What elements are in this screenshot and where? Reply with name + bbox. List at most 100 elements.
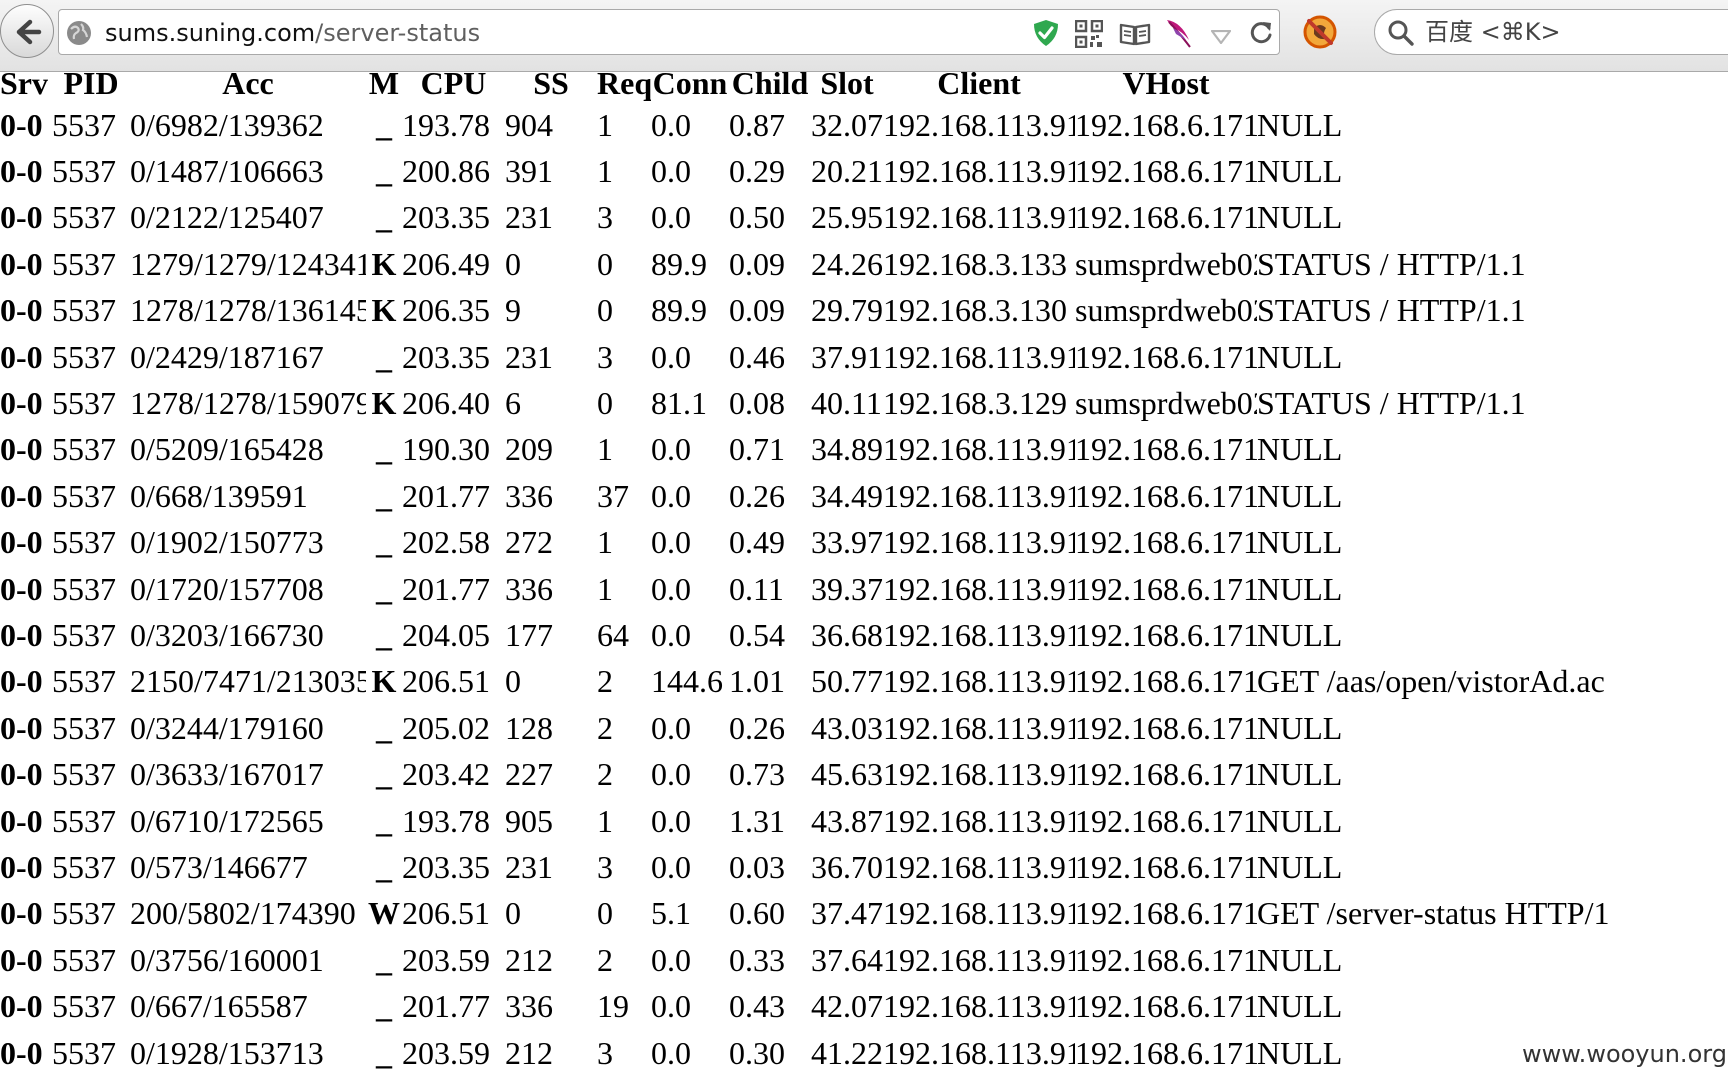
url-text: sums.suning.com/server-status — [105, 19, 480, 47]
cell-req: 1 — [597, 802, 613, 839]
cell-vhost: 192.168.6.171 — [1075, 988, 1257, 1025]
cell-req: 1 — [597, 570, 613, 607]
search-box[interactable]: 百度 <⌘K> — [1374, 9, 1728, 55]
cell-client: 192.168.113.91 — [883, 524, 1075, 561]
cell-conn: 0.0 — [651, 941, 691, 978]
cell-req: 1 — [597, 106, 613, 143]
cell-conn: 0.0 — [651, 153, 691, 190]
cell-mode: K — [371, 663, 397, 700]
cell-pid: 5537 — [52, 570, 116, 607]
cell-pid: 5537 — [52, 106, 116, 143]
table-row: 0-0 5537 0/1902/150773 _ 202.58 272 1 0.0 0.49 33… — [0, 520, 1728, 566]
cell-mode: _ — [376, 941, 392, 978]
cell-conn: 81.1 — [651, 385, 707, 422]
cell-req: 2 — [597, 709, 613, 746]
cell-conn: 0.0 — [651, 802, 691, 839]
cell-acc: 200/5802/174390 — [130, 895, 356, 932]
cell-request: STATUS / HTTP/1.1 — [1257, 385, 1526, 422]
cell-acc: 1279/1279/124341 — [130, 245, 366, 282]
cell-req: 37 — [597, 477, 629, 514]
cell-cpu: 206.40 — [402, 385, 490, 422]
cell-request: NULL — [1257, 802, 1343, 839]
cell-vhost: 192.168.6.171 — [1075, 477, 1257, 514]
header-child: Child — [731, 64, 809, 101]
addon-icon[interactable] — [1302, 14, 1338, 50]
cell-pid: 5537 — [52, 477, 116, 514]
cell-client: 192.168.3.133 — [883, 245, 1067, 282]
cell-srv: 0-0 — [0, 848, 43, 885]
cell-srv: 0-0 — [0, 338, 43, 375]
cell-cpu: 206.51 — [402, 663, 490, 700]
cell-ss: 128 — [505, 709, 553, 746]
back-button[interactable] — [0, 4, 54, 58]
reload-icon[interactable] — [1248, 20, 1274, 46]
cell-req: 1 — [597, 431, 613, 468]
cell-client: 192.168.3.129 — [883, 385, 1067, 422]
cell-srv: 0-0 — [0, 292, 43, 329]
cell-pid: 5537 — [52, 941, 116, 978]
cell-ss: 231 — [505, 848, 553, 885]
cell-conn: 0.0 — [651, 199, 691, 236]
table-row: 0-0 5537 0/6982/139362 _ 193.78 904 1 0.0 0.87 32… — [0, 102, 1728, 148]
cell-ss: 905 — [505, 802, 553, 839]
cell-client: 192.168.113.91 — [883, 1034, 1075, 1071]
shield-check-icon[interactable] — [1031, 18, 1061, 48]
cell-pid: 5537 — [52, 199, 116, 236]
cell-request: GET /server-status HTTP/1 — [1257, 895, 1610, 932]
cell-acc: 0/1928/153713 — [130, 1034, 324, 1071]
cell-req: 64 — [597, 616, 629, 653]
cell-ss: 9 — [505, 292, 521, 329]
table-row: 0-0 5537 0/573/146677 _ 203.35 231 3 0.0 0.03 36.… — [0, 844, 1728, 890]
cell-client: 192.168.3.130 — [883, 292, 1067, 329]
table-row: 0-0 5537 0/3244/179160 _ 205.02 128 2 0.0 0.26 43… — [0, 705, 1728, 751]
cell-cpu: 206.51 — [402, 895, 490, 932]
cell-req: 2 — [597, 756, 613, 793]
cell-acc: 0/3203/166730 — [130, 616, 324, 653]
cell-request: NULL — [1257, 338, 1343, 375]
table-row: 0-0 5537 1278/1278/159079 K 206.40 6 0 81.1 0.08… — [0, 380, 1728, 426]
cell-slot: 34.89 — [811, 431, 883, 468]
cell-slot: 33.97 — [811, 524, 883, 561]
cell-conn: 0.0 — [651, 1034, 691, 1071]
cell-conn: 144.6 — [651, 663, 723, 700]
cell-vhost: sumsprdweb02 — [1075, 245, 1257, 282]
cell-vhost: 192.168.6.171 — [1075, 756, 1257, 793]
header-slot: Slot — [820, 64, 874, 101]
cell-child: 0.11 — [729, 570, 784, 607]
cell-conn: 0.0 — [651, 756, 691, 793]
cell-child: 0.09 — [729, 292, 785, 329]
feather-icon[interactable] — [1163, 18, 1193, 50]
cell-client: 192.168.113.91 — [883, 477, 1075, 514]
cell-slot: 36.70 — [811, 848, 883, 885]
cell-mode: K — [371, 385, 397, 422]
cell-pid: 5537 — [52, 385, 116, 422]
cell-ss: 209 — [505, 431, 553, 468]
cell-pid: 5537 — [52, 895, 116, 932]
qr-code-icon[interactable] — [1075, 20, 1103, 48]
chevron-down-icon[interactable] — [1211, 30, 1231, 44]
cell-request: NULL — [1257, 106, 1343, 143]
cell-cpu: 205.02 — [402, 709, 490, 746]
cell-child: 0.33 — [729, 941, 785, 978]
cell-mode: _ — [376, 570, 392, 607]
reader-book-icon[interactable] — [1119, 22, 1151, 46]
cell-client: 192.168.113.91 — [883, 895, 1075, 932]
cell-mode: _ — [376, 616, 392, 653]
cell-srv: 0-0 — [0, 477, 43, 514]
cell-request: NULL — [1257, 848, 1343, 885]
cell-client: 192.168.113.91 — [883, 570, 1075, 607]
cell-acc: 0/6982/139362 — [130, 106, 324, 143]
cell-slot: 50.77 — [811, 663, 883, 700]
cell-slot: 32.07 — [811, 106, 883, 143]
cell-mode: _ — [376, 1034, 392, 1071]
table-row: 0-0 5537 0/3633/167017 _ 203.42 227 2 0.0 0.73 45… — [0, 751, 1728, 797]
cell-child: 0.30 — [729, 1034, 785, 1071]
cell-srv: 0-0 — [0, 431, 43, 468]
cell-child: 0.26 — [729, 477, 785, 514]
table-row: 0-0 5537 0/1487/106663 _ 200.86 391 1 0.0 0.29 20… — [0, 148, 1728, 194]
header-client: Client — [937, 64, 1021, 101]
watermark: www.wooyun.org — [1522, 1040, 1727, 1068]
header-acc: Acc — [222, 64, 274, 101]
cell-slot: 20.21 — [811, 153, 883, 190]
address-bar[interactable]: sums.suning.com/server-status — [58, 9, 1280, 55]
